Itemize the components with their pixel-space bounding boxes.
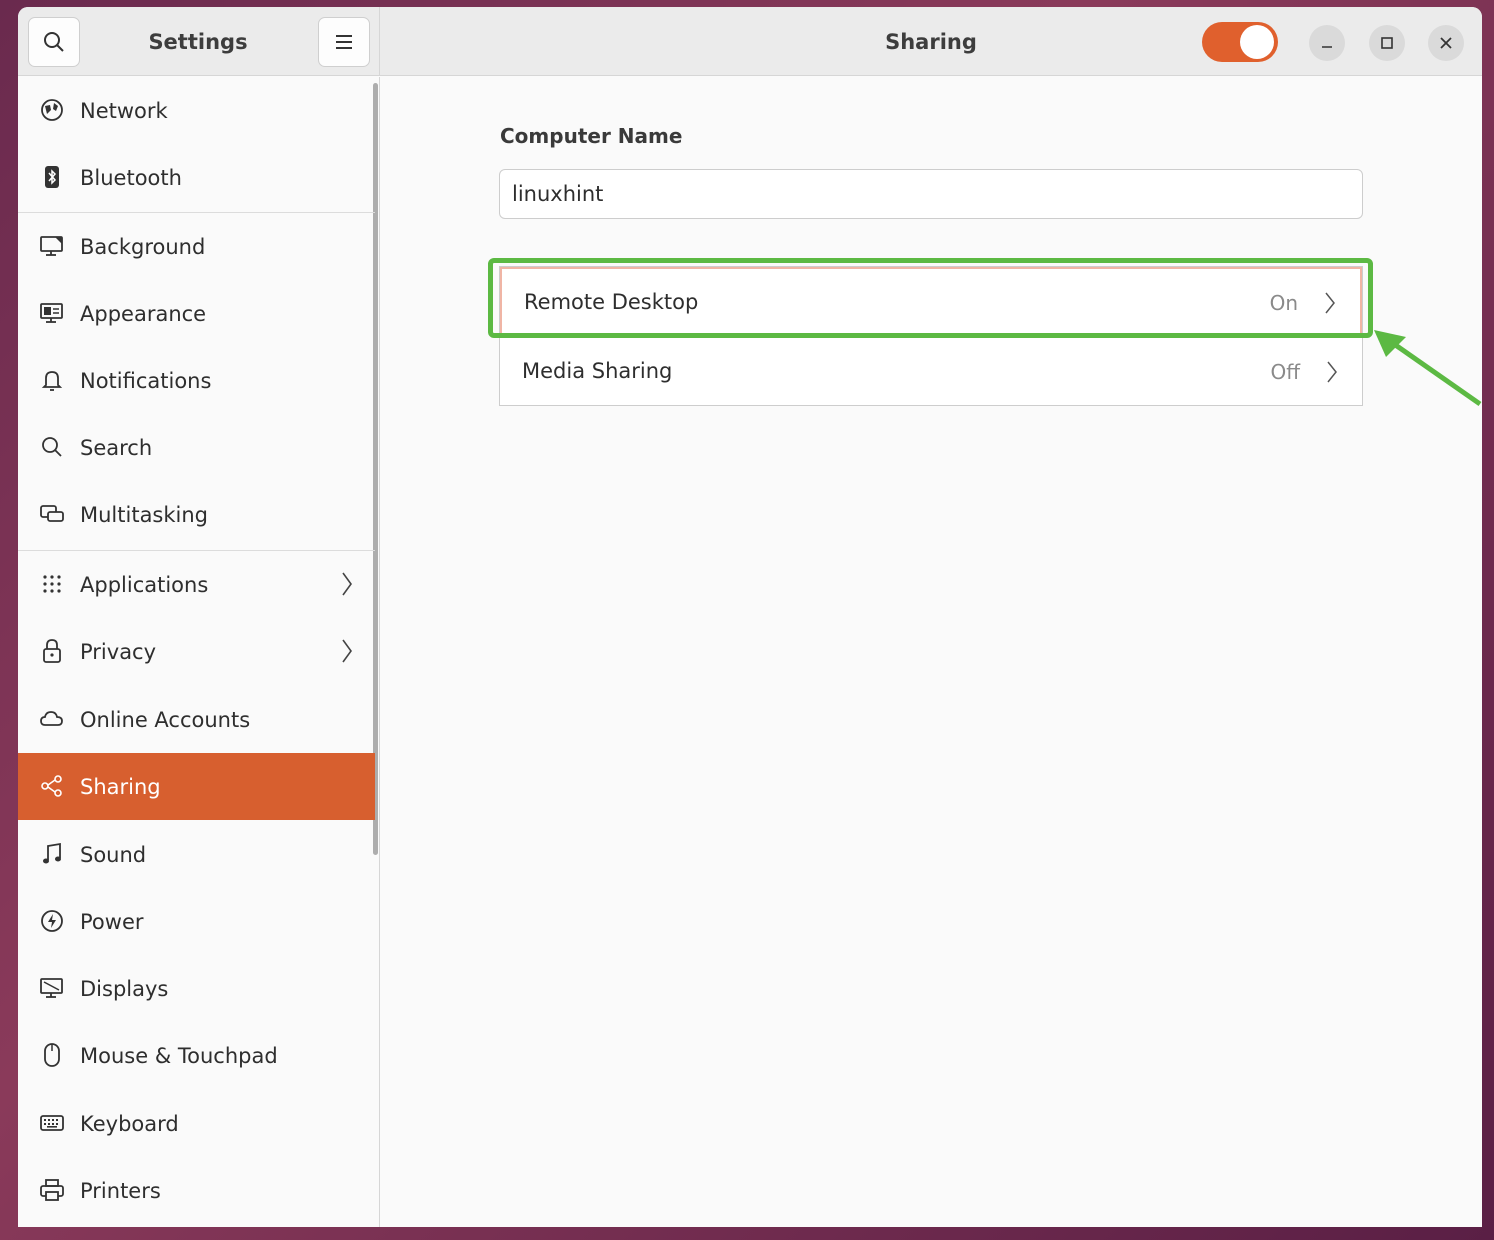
sidebar-item-label: Network — [80, 98, 168, 123]
display-icon — [39, 975, 65, 1001]
sidebar-item-network[interactable]: Network — [18, 77, 375, 144]
minimize-icon — [1322, 46, 1332, 48]
mouse-icon — [39, 1042, 65, 1068]
sidebar-item-label: Privacy — [80, 639, 157, 664]
computer-name-label: Computer Name — [500, 124, 683, 148]
multitasking-icon — [39, 501, 65, 527]
sidebar-item-mouse-touchpad[interactable]: Mouse & Touchpad — [18, 1022, 375, 1089]
chevron-right-icon — [1326, 360, 1338, 388]
search-icon — [44, 32, 64, 52]
main-header: Sharing — [380, 7, 1482, 76]
menu-button[interactable] — [318, 17, 370, 67]
sidebar-item-label: Displays — [80, 976, 169, 1001]
row-status: Off — [1270, 360, 1300, 384]
maximize-icon — [1381, 37, 1393, 49]
sidebar-item-bluetooth[interactable]: Bluetooth — [18, 144, 375, 211]
power-icon — [39, 908, 65, 934]
sidebar-header: Settings — [18, 7, 380, 76]
keyboard-icon — [39, 1110, 65, 1136]
network-icon — [39, 97, 65, 123]
sidebar-item-notifications[interactable]: Notifications — [18, 347, 375, 414]
sidebar-item-label: Bluetooth — [80, 165, 182, 190]
sidebar: Network Bluetooth Background Appearance … — [18, 77, 380, 1227]
row-label: Media Sharing — [522, 359, 673, 383]
sidebar-item-applications[interactable]: Applications — [18, 551, 375, 618]
sidebar-item-displays[interactable]: Displays — [18, 955, 375, 1022]
annotation-highlight-box — [488, 258, 1373, 338]
grid-icon — [39, 571, 65, 597]
sidebar-item-appearance[interactable]: Appearance — [18, 280, 375, 347]
sidebar-item-label: Background — [80, 234, 206, 259]
sidebar-item-printers[interactable]: Printers — [18, 1157, 375, 1224]
background-icon — [39, 233, 65, 259]
sidebar-item-multitasking[interactable]: Multitasking — [18, 481, 375, 548]
sidebar-item-label: Keyboard — [80, 1111, 179, 1136]
sharing-toggle[interactable] — [1202, 22, 1278, 62]
close-button[interactable] — [1428, 25, 1464, 61]
settings-window: Settings Sharing Network Bluetooth Backg… — [18, 7, 1482, 1227]
music-note-icon — [39, 841, 65, 867]
appearance-icon — [39, 300, 65, 326]
chevron-right-icon — [340, 638, 354, 668]
sidebar-item-sound[interactable]: Sound — [18, 821, 375, 888]
search-icon — [39, 434, 65, 460]
sidebar-item-power[interactable]: Power — [18, 888, 375, 955]
share-icon — [39, 773, 65, 799]
sidebar-item-background[interactable]: Background — [18, 213, 375, 280]
sidebar-item-label: Printers — [80, 1178, 161, 1203]
bluetooth-icon — [39, 164, 65, 190]
sidebar-item-label: Mouse & Touchpad — [80, 1043, 278, 1068]
lock-icon — [39, 638, 65, 664]
minimize-button[interactable] — [1309, 25, 1345, 61]
close-icon — [1440, 37, 1452, 49]
sidebar-item-privacy[interactable]: Privacy — [18, 618, 375, 685]
sidebar-item-online-accounts[interactable]: Online Accounts — [18, 686, 375, 753]
sidebar-item-label: Online Accounts — [80, 707, 251, 732]
chevron-right-icon — [340, 571, 354, 601]
sidebar-item-label: Power — [80, 909, 144, 934]
bell-icon — [39, 367, 65, 393]
sidebar-title: Settings — [148, 29, 248, 54]
sidebar-item-label: Appearance — [80, 301, 207, 326]
cloud-icon — [39, 706, 65, 732]
sidebar-item-label: Applications — [80, 572, 209, 597]
sidebar-item-label: Sharing — [80, 774, 161, 799]
printer-icon — [39, 1177, 65, 1203]
media-sharing-row[interactable]: Media Sharing Off — [500, 337, 1362, 406]
search-button[interactable] — [28, 17, 80, 67]
computer-name-field[interactable] — [499, 169, 1363, 219]
sidebar-item-keyboard[interactable]: Keyboard — [18, 1090, 375, 1157]
sidebar-item-label: Multitasking — [80, 502, 209, 527]
sidebar-item-label: Sound — [80, 842, 147, 867]
annotation-arrow-icon — [1374, 330, 1482, 407]
sidebar-item-sharing[interactable]: Sharing — [18, 753, 375, 820]
sidebar-item-search[interactable]: Search — [18, 414, 375, 481]
sidebar-item-label: Search — [80, 435, 153, 460]
toggle-knob — [1240, 25, 1274, 59]
sidebar-item-label: Notifications — [80, 368, 212, 393]
maximize-button[interactable] — [1369, 25, 1405, 61]
hamburger-menu-icon — [336, 35, 352, 49]
